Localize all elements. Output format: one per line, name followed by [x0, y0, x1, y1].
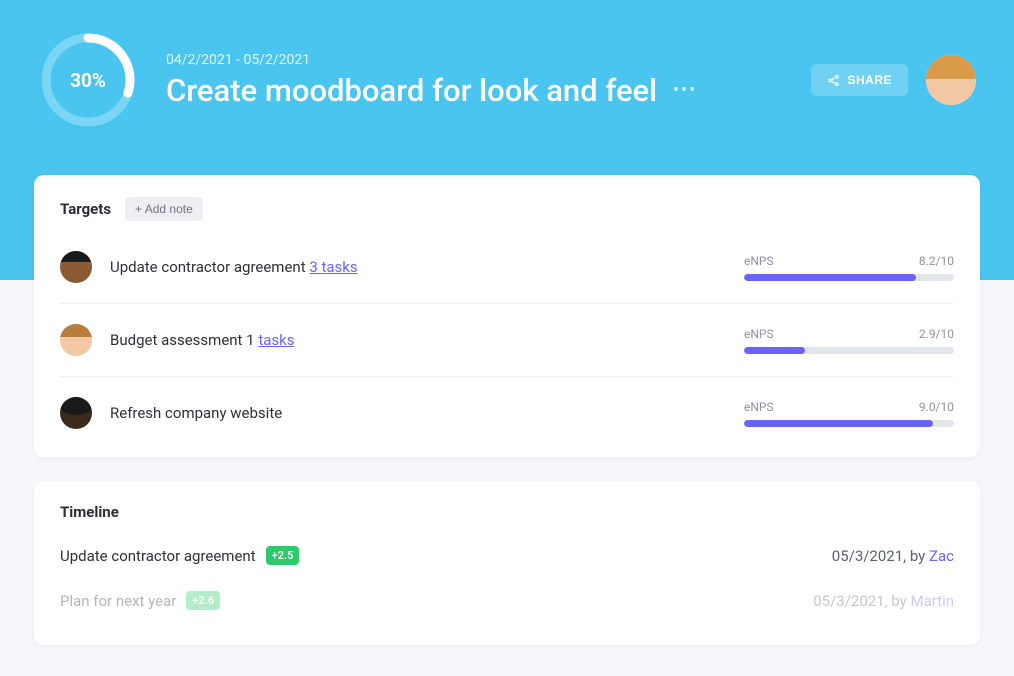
- metric-fill: [744, 420, 933, 427]
- timeline-item-title: Update contractor agreement: [60, 547, 256, 565]
- targets-section-title: Targets: [60, 200, 111, 218]
- target-tasks-link[interactable]: tasks: [258, 331, 294, 349]
- target-row[interactable]: Update contractor agreement 3 tasks eNPS…: [60, 231, 954, 304]
- timeline-section-title: Timeline: [60, 503, 954, 521]
- progress-percent-label: 30%: [38, 30, 138, 130]
- page-header: 30% 04/2/2021 - 05/2/2021 Create moodboa…: [0, 0, 1014, 175]
- target-row[interactable]: Budget assessment 1 tasks eNPS 2.9/10: [60, 304, 954, 377]
- target-title: Update contractor agreement: [110, 258, 306, 276]
- add-note-button[interactable]: + Add note: [125, 197, 203, 221]
- target-metric: eNPS 2.9/10: [744, 327, 954, 354]
- metric-value: 9.0/10: [919, 400, 954, 414]
- timeline-item-meta: 05/3/2021, by Zac: [832, 547, 954, 565]
- assignee-avatar: [60, 324, 92, 356]
- more-menu-icon[interactable]: •••: [669, 76, 701, 105]
- target-title: Refresh company website: [110, 404, 282, 422]
- target-row[interactable]: Refresh company website eNPS 9.0/10: [60, 377, 954, 435]
- share-icon: [827, 74, 840, 87]
- target-metric: eNPS 9.0/10: [744, 400, 954, 427]
- metric-label: eNPS: [744, 327, 774, 341]
- target-tasks-link[interactable]: 3 tasks: [309, 258, 357, 276]
- timeline-row[interactable]: Update contractor agreement +2.5 05/3/20…: [60, 533, 954, 578]
- progress-ring: 30%: [38, 30, 138, 130]
- assignee-avatar: [60, 251, 92, 283]
- metric-fill: [744, 347, 805, 354]
- date-range: 04/2/2021 - 05/2/2021: [166, 52, 811, 68]
- timeline-item-meta: 05/3/2021, by Martin: [813, 592, 954, 610]
- share-button-label: SHARE: [847, 73, 892, 87]
- metric-label: eNPS: [744, 400, 774, 414]
- share-button[interactable]: SHARE: [811, 64, 908, 96]
- user-avatar[interactable]: [926, 55, 976, 105]
- target-title: Budget assessment 1: [110, 331, 255, 349]
- header-text-block: 04/2/2021 - 05/2/2021 Create moodboard f…: [166, 52, 811, 109]
- timeline-user-link[interactable]: Zac: [929, 547, 954, 565]
- metric-value: 8.2/10: [919, 254, 954, 268]
- timeline-row[interactable]: Plan for next year +2.6 05/3/2021, by Ma…: [60, 578, 954, 623]
- timeline-delta-badge: +2.5: [266, 546, 300, 565]
- timeline-item-title: Plan for next year: [60, 592, 176, 610]
- timeline-delta-badge: +2.6: [186, 591, 220, 610]
- timeline-user-link[interactable]: Martin: [910, 592, 954, 610]
- metric-fill: [744, 274, 916, 281]
- timeline-card: Timeline Update contractor agreement +2.…: [34, 481, 980, 645]
- assignee-avatar: [60, 397, 92, 429]
- targets-card: Targets + Add note Update contractor agr…: [34, 175, 980, 457]
- page-title: Create moodboard for look and feel: [166, 72, 657, 109]
- metric-value: 2.9/10: [919, 327, 954, 341]
- metric-label: eNPS: [744, 254, 774, 268]
- target-metric: eNPS 8.2/10: [744, 254, 954, 281]
